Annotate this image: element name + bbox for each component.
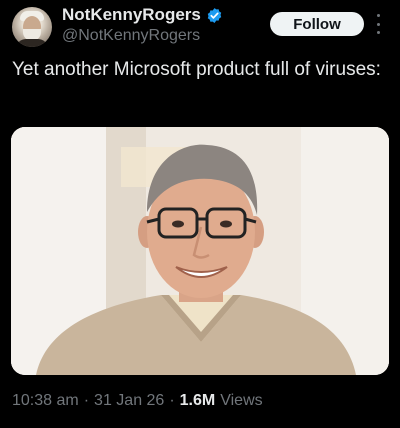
views-label: Views	[220, 392, 263, 409]
tweet-meta: 10:38 am · 31 Jan 26 · 1.6M Views	[12, 392, 263, 410]
timestamp-date[interactable]: 31 Jan 26	[94, 392, 164, 410]
views-count: 1.6M	[179, 392, 216, 409]
more-options-icon[interactable]	[375, 14, 381, 34]
meta-separator: ·	[83, 392, 90, 409]
display-name[interactable]: NotKennyRogers	[62, 5, 201, 25]
avatar[interactable]	[12, 7, 52, 47]
author-name-row[interactable]: NotKennyRogers	[62, 5, 223, 25]
timestamp-time[interactable]: 10:38 am	[12, 392, 79, 410]
tweet-text: Yet another Microsoft product full of vi…	[12, 59, 381, 80]
meta-separator: ·	[169, 392, 175, 409]
handle[interactable]: @NotKennyRogers	[62, 27, 200, 45]
follow-button[interactable]: Follow	[270, 12, 364, 36]
verified-badge-icon	[207, 7, 222, 23]
tweet-image[interactable]	[11, 127, 389, 375]
